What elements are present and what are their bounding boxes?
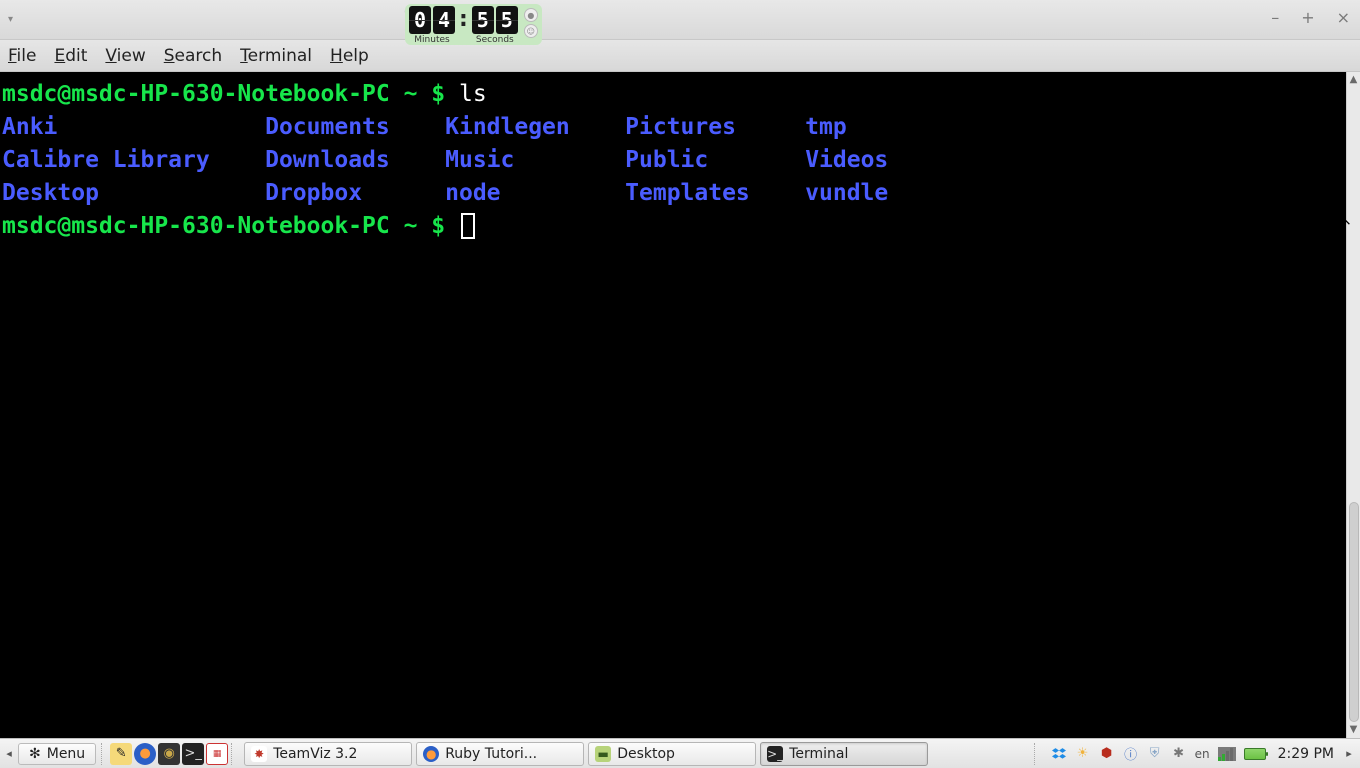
- scrollbar[interactable]: ▲ ▼: [1346, 72, 1360, 738]
- timer-minutes-label: Minutes: [414, 35, 449, 45]
- timer-minute-digit: 4: [433, 6, 455, 34]
- task-ruby-tutori-[interactable]: ● Ruby Tutori...: [416, 742, 584, 766]
- taskbar-separator: [231, 743, 237, 765]
- task-label: Ruby Tutori...: [445, 746, 537, 762]
- menu-file[interactable]: File: [8, 46, 36, 66]
- gear-icon: ✻: [29, 746, 41, 762]
- timer-face-icon[interactable]: ☺: [524, 24, 538, 38]
- launcher-terminal-icon[interactable]: >_: [182, 743, 204, 765]
- menubar: File Edit View Search Terminal Help: [0, 40, 1360, 72]
- timer-minutes: 0 4 Minutes: [409, 6, 455, 45]
- task-label: Terminal: [789, 746, 848, 762]
- term-task-icon: >_: [767, 746, 783, 762]
- scroll-up-icon[interactable]: ▲: [1350, 74, 1358, 86]
- terminal-area: msdc@msdc-HP-630-Notebook-PC ~ $ ls Anki…: [0, 72, 1360, 738]
- weather-tray-icon[interactable]: ☀: [1075, 746, 1091, 762]
- window-close-button[interactable]: ×: [1337, 8, 1350, 27]
- window-titlebar: ▾ 0 4 Minutes : 5 5 Seconds ● ☺ Terminal…: [0, 0, 1360, 40]
- scroll-down-icon[interactable]: ▼: [1350, 724, 1358, 736]
- app-menu-arrow-icon[interactable]: ▾: [8, 14, 13, 25]
- start-menu-button[interactable]: ✻ Menu: [18, 743, 96, 765]
- task-desktop[interactable]: ▬ Desktop: [588, 742, 756, 766]
- menu-view[interactable]: View: [105, 46, 145, 66]
- launcher-media-icon[interactable]: ◉: [158, 743, 180, 765]
- timer-seconds-label: Seconds: [476, 35, 514, 45]
- taskbar-separator: [101, 743, 107, 765]
- start-menu-label: Menu: [47, 746, 85, 762]
- task-terminal[interactable]: >_ Terminal: [760, 742, 928, 766]
- taskbar-separator: [1034, 743, 1040, 765]
- taskbar-tasks: ✸ TeamViz 3.2 ● Ruby Tutori... ▬ Desktop >_ Ter…: [244, 742, 928, 766]
- window-maximize-button[interactable]: +: [1301, 8, 1314, 27]
- timer-control-icon[interactable]: ●: [524, 8, 538, 22]
- taskbar-left-arrow-icon[interactable]: ◂: [2, 747, 16, 760]
- taskbar-clock[interactable]: 2:29 PM: [1278, 746, 1334, 762]
- menu-terminal[interactable]: Terminal: [240, 46, 312, 66]
- mouse-cursor-icon: ↖: [1339, 210, 1352, 229]
- taskbar: ◂ ✻ Menu ✎ ● ◉ >_ ▦ ✸ TeamViz 3.2 ● Ruby Tu…: [0, 738, 1360, 768]
- shield-red-tray-icon[interactable]: ⬢: [1099, 746, 1115, 762]
- timer-colon: :: [455, 6, 472, 34]
- timer-second-digit: 5: [472, 6, 494, 34]
- task-label: TeamViz 3.2: [273, 746, 357, 762]
- launcher-notes-icon[interactable]: ✎: [110, 743, 132, 765]
- battery-icon[interactable]: [1244, 748, 1266, 760]
- scroll-thumb[interactable]: [1349, 502, 1359, 722]
- task-teamviz-3-2[interactable]: ✸ TeamViz 3.2: [244, 742, 412, 766]
- menu-help[interactable]: Help: [330, 46, 369, 66]
- network-signal-icon[interactable]: [1218, 747, 1236, 761]
- desk-task-icon: ▬: [595, 746, 611, 762]
- keyboard-layout-indicator[interactable]: en: [1195, 747, 1210, 761]
- launcher-firefox-icon[interactable]: ●: [134, 743, 156, 765]
- terminal-output[interactable]: msdc@msdc-HP-630-Notebook-PC ~ $ ls Anki…: [0, 72, 1346, 738]
- taskbar-right-arrow-icon[interactable]: ▸: [1342, 747, 1356, 760]
- bluetooth-tray-icon[interactable]: ✱: [1171, 746, 1187, 762]
- timer-seconds: 5 5 Seconds: [472, 6, 518, 45]
- window-minimize-button[interactable]: –: [1271, 8, 1279, 27]
- timer-minute-digit: 0: [409, 6, 431, 34]
- timer-second-digit: 5: [496, 6, 518, 34]
- ff-task-icon: ●: [423, 746, 439, 762]
- launcher-calendar-icon[interactable]: ▦: [206, 743, 228, 765]
- menu-edit[interactable]: Edit: [54, 46, 87, 66]
- timer-widget[interactable]: 0 4 Minutes : 5 5 Seconds ● ☺: [405, 4, 542, 45]
- quick-launch: ✎ ● ◉ >_ ▦: [110, 743, 228, 765]
- task-label: Desktop: [617, 746, 675, 762]
- updates-tray-icon[interactable]: ⓘ: [1123, 746, 1139, 762]
- menu-search[interactable]: Search: [164, 46, 222, 66]
- tv-task-icon: ✸: [251, 746, 267, 762]
- dropbox-tray-icon[interactable]: [1051, 746, 1067, 762]
- shield-tray-icon[interactable]: ⛨: [1147, 746, 1163, 762]
- system-tray: ☀ ⬢ ⓘ ⛨ ✱ en 2:29 PM ▸: [1031, 743, 1358, 765]
